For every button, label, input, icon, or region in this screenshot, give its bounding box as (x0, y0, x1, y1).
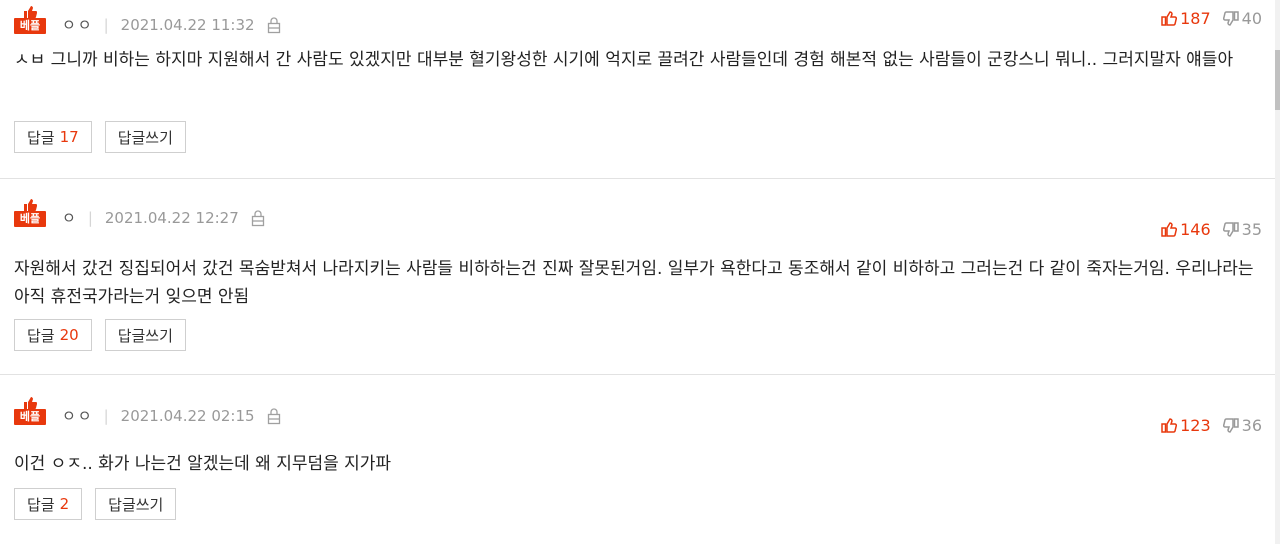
thumbs-up-icon (24, 397, 37, 409)
like-button[interactable]: 187 (1161, 9, 1211, 28)
comment-actions: 답글 2 답글쓰기 (14, 488, 189, 520)
reply-button[interactable]: 답글 20 (14, 319, 92, 351)
best-badge-label: 베플 (14, 18, 46, 34)
comment-meta: 베플 ㅇ | 2021.04.22 12:27 (14, 199, 265, 227)
like-count: 123 (1180, 415, 1211, 435)
reply-label: 답글 (27, 128, 55, 147)
best-badge-label: 베플 (14, 211, 46, 227)
dislike-count: 40 (1241, 8, 1262, 28)
best-comment: 베플 ㅇ | 2021.04.22 12:27 146 35 자원해서 갔건 징… (0, 178, 1275, 375)
dislike-button[interactable]: 35 (1222, 219, 1262, 239)
thumbs-up-icon (24, 199, 37, 211)
comment-actions: 답글 20 답글쓰기 (14, 319, 199, 351)
reply-count: 20 (59, 326, 79, 344)
separator: | (87, 209, 93, 227)
reply-label: 답글 (27, 326, 55, 345)
best-badge: 베플 (14, 199, 46, 227)
best-comment: 베플 ㅇㅇ | 2021.04.22 11:32 187 40 ㅅㅂ 그니까 비… (0, 0, 1275, 178)
thumbs-up-icon (1161, 417, 1178, 433)
lock-icon[interactable] (267, 16, 281, 34)
write-reply-button[interactable]: 답글쓰기 (104, 319, 186, 351)
vote-area: 123 36 (1161, 415, 1262, 435)
comment-date: 2021.04.22 11:32 (120, 16, 255, 34)
nickname[interactable]: ㅇㅇ (62, 407, 94, 425)
dislike-button[interactable]: 40 (1222, 8, 1262, 28)
comment-date: 2021.04.22 12:27 (104, 209, 239, 227)
thumbs-down-icon (1222, 10, 1239, 26)
like-button[interactable]: 146 (1161, 220, 1211, 239)
lock-icon[interactable] (267, 407, 281, 425)
comment-text: ㅅㅂ 그니까 비하는 하지마 지원해서 간 사람도 있겠지만 대부분 혈기왕성한… (14, 50, 1234, 70)
scrollbar-thumb[interactable] (1275, 50, 1280, 110)
thumbs-up-icon (1161, 10, 1178, 26)
best-comment: 베플 ㅇㅇ | 2021.04.22 02:15 123 36 이건 ㅇㅈ.. … (0, 374, 1275, 544)
vote-area: 146 35 (1161, 219, 1262, 239)
like-count: 146 (1180, 219, 1211, 239)
dislike-count: 36 (1241, 415, 1262, 435)
like-count: 187 (1180, 8, 1211, 28)
reply-count: 17 (59, 128, 79, 146)
dislike-button[interactable]: 36 (1222, 415, 1262, 435)
thumbs-up-icon (1161, 221, 1178, 237)
scrollbar[interactable] (1275, 0, 1280, 544)
best-badge: 베플 (14, 6, 46, 34)
comment-actions: 답글 17 답글쓰기 (14, 121, 199, 153)
dislike-count: 35 (1241, 219, 1262, 239)
best-badge: 베플 (14, 397, 46, 425)
like-button[interactable]: 123 (1161, 416, 1211, 435)
separator: | (103, 407, 109, 425)
separator: | (103, 16, 109, 34)
comment-text: 자원해서 갔건 징집되어서 갔건 목숨받쳐서 나라지키는 사람들 비하하는건 진… (14, 259, 1254, 307)
write-reply-button[interactable]: 답글쓰기 (95, 488, 177, 520)
reply-button[interactable]: 답글 2 (14, 488, 83, 520)
thumbs-down-icon (1222, 221, 1239, 237)
nickname[interactable]: ㅇㅇ (62, 16, 94, 34)
thumbs-down-icon (1222, 417, 1239, 433)
reply-count: 2 (59, 495, 70, 513)
write-reply-button[interactable]: 답글쓰기 (104, 121, 186, 153)
lock-icon[interactable] (251, 209, 265, 227)
reply-button[interactable]: 답글 17 (14, 121, 92, 153)
thumbs-up-icon (24, 6, 37, 18)
vote-area: 187 40 (1161, 8, 1262, 28)
reply-label: 답글 (27, 495, 55, 514)
comment-meta: 베플 ㅇㅇ | 2021.04.22 11:32 (14, 6, 281, 34)
comment-list: 베플 ㅇㅇ | 2021.04.22 11:32 187 40 ㅅㅂ 그니까 비… (0, 0, 1280, 544)
comment-meta: 베플 ㅇㅇ | 2021.04.22 02:15 (14, 397, 281, 425)
comment-date: 2021.04.22 02:15 (120, 407, 255, 425)
nickname[interactable]: ㅇ (62, 209, 78, 227)
comment-text: 이건 ㅇㅈ.. 화가 나는건 알겠는데 왜 지무덤을 지가파 (14, 454, 392, 474)
best-badge-label: 베플 (14, 409, 46, 425)
